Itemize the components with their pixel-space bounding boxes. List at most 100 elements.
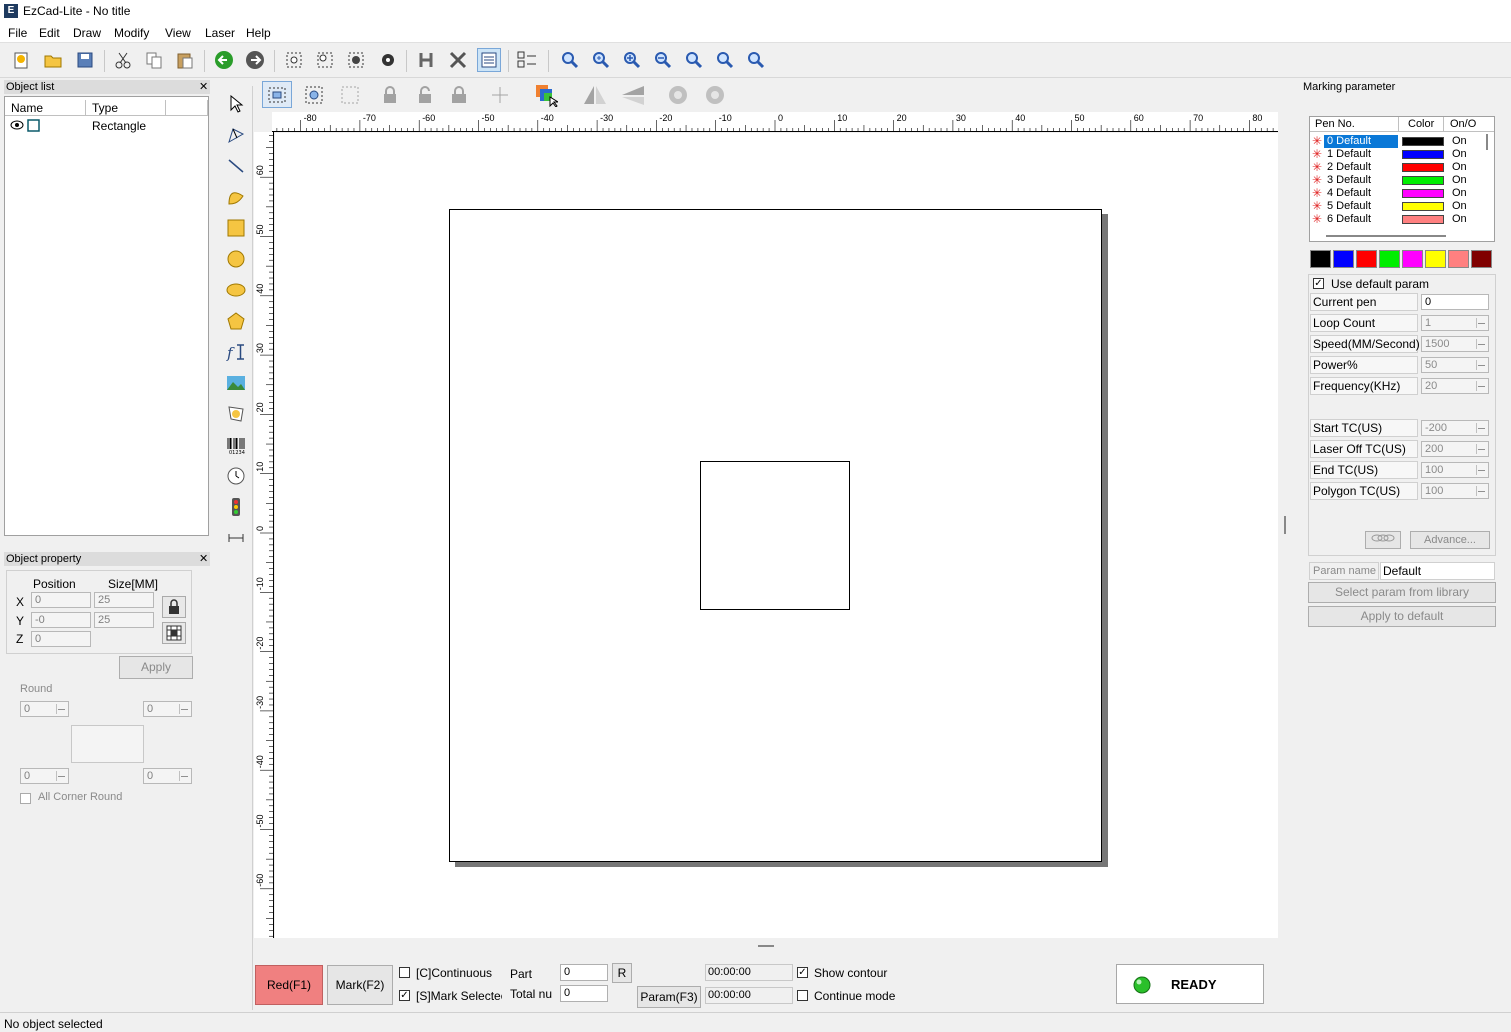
column-header-name[interactable]: Name <box>5 100 86 116</box>
pen-row[interactable]: ✳ 3 Default On <box>1310 174 1494 187</box>
zoom-selected-icon[interactable] <box>744 48 768 72</box>
palette-swatch[interactable] <box>1379 250 1400 268</box>
round-top-right-field[interactable]: 0 <box>143 701 192 717</box>
mark-button[interactable]: Mark(F2) <box>327 965 393 1005</box>
spin-control[interactable] <box>1476 318 1486 328</box>
continue-mode-checkbox[interactable] <box>797 990 808 1001</box>
show-contour-checkbox[interactable]: ✓ <box>797 967 808 978</box>
param-field[interactable]: 1 <box>1421 315 1489 331</box>
param-name-field[interactable]: Default <box>1380 562 1495 580</box>
open-folder-icon[interactable] <box>41 48 65 72</box>
zoom-in-icon[interactable] <box>620 48 644 72</box>
red-light-button[interactable]: Red(F1) <box>255 965 323 1005</box>
eye-icon[interactable] <box>10 119 24 134</box>
menu-modify[interactable]: Modify <box>114 26 149 40</box>
center-icon[interactable] <box>488 83 512 107</box>
save-icon[interactable] <box>73 48 97 72</box>
splitter-handle[interactable] <box>1284 516 1286 534</box>
param-field[interactable]: 50 <box>1421 357 1489 373</box>
rotate-ccw-icon[interactable] <box>663 83 693 107</box>
continuous-checkbox[interactable] <box>399 967 410 978</box>
zoom-all-icon[interactable] <box>682 48 706 72</box>
param-field[interactable]: 100 <box>1421 483 1489 499</box>
polygon-icon[interactable] <box>226 311 246 331</box>
list-item[interactable]: Rectangle <box>7 118 207 134</box>
y-size-field[interactable]: 25 <box>94 612 154 628</box>
x-position-field[interactable]: 0 <box>31 592 91 608</box>
barcode-icon[interactable]: 01234 <box>226 435 246 455</box>
layer-color-icon[interactable] <box>531 81 561 109</box>
menu-file[interactable]: File <box>8 26 27 40</box>
z-position-field[interactable]: 0 <box>31 631 91 647</box>
spin-control[interactable] <box>179 771 189 781</box>
param-field[interactable]: 100 <box>1421 462 1489 478</box>
menu-laser[interactable]: Laser <box>205 26 235 40</box>
pen-on-state[interactable]: On <box>1452 213 1467 226</box>
palette-swatch[interactable] <box>1333 250 1354 268</box>
tools-icon[interactable] <box>446 48 470 72</box>
param-button[interactable]: Param(F3) <box>637 986 701 1008</box>
zoom-window-icon[interactable] <box>589 48 613 72</box>
round-bottom-right-field[interactable]: 0 <box>143 768 192 784</box>
scrollbar-thumb[interactable] <box>1326 235 1446 237</box>
apply-to-default-button[interactable]: Apply to default <box>1308 606 1496 627</box>
io-signal-icon[interactable] <box>226 497 246 517</box>
parameter-icon[interactable] <box>477 48 501 72</box>
node-edit-icon[interactable] <box>344 48 368 72</box>
x-size-field[interactable]: 25 <box>94 592 154 608</box>
spin-control[interactable] <box>1476 423 1486 433</box>
total-count-field[interactable]: 0 <box>560 985 608 1002</box>
unlock-all-icon[interactable] <box>448 83 472 107</box>
back-arrow-icon[interactable] <box>212 48 236 72</box>
circle-icon[interactable] <box>226 249 246 269</box>
round-top-left-field[interactable]: 0 <box>20 701 69 717</box>
menu-edit[interactable]: Edit <box>39 26 60 40</box>
forward-arrow-icon[interactable] <box>243 48 267 72</box>
rotate-cw-icon[interactable] <box>700 83 730 107</box>
text-icon[interactable]: f <box>226 342 246 362</box>
ellipse-icon[interactable] <box>226 280 246 300</box>
palette-swatch[interactable] <box>1448 250 1469 268</box>
param-field[interactable]: -200 <box>1421 420 1489 436</box>
param-field[interactable]: 1500 <box>1421 336 1489 352</box>
spin-control[interactable] <box>179 704 189 714</box>
zoom-icon[interactable] <box>558 48 582 72</box>
part-count-field[interactable]: 0 <box>560 964 608 981</box>
color-header[interactable]: Color <box>1399 117 1444 132</box>
select-param-library-button[interactable]: Select param from library <box>1308 582 1496 603</box>
lock-icon[interactable] <box>378 83 402 107</box>
menu-help[interactable]: Help <box>246 26 271 40</box>
align-icon[interactable] <box>414 48 438 72</box>
pen-row[interactable]: ✳ 0 Default On <box>1310 135 1494 148</box>
pen-on-state[interactable]: On <box>1452 161 1467 174</box>
array-icon[interactable] <box>515 48 539 72</box>
drawing-canvas[interactable] <box>275 133 1278 938</box>
new-file-icon[interactable] <box>9 48 33 72</box>
chain-icon[interactable] <box>1365 531 1401 549</box>
anchor-grid-icon[interactable] <box>162 622 186 644</box>
mirror-horizontal-icon[interactable] <box>580 83 610 107</box>
pen-row[interactable]: ✳ 5 Default On <box>1310 200 1494 213</box>
marking-order-icon[interactable] <box>226 528 246 548</box>
param-field[interactable]: 20 <box>1421 378 1489 394</box>
cut-icon[interactable] <box>111 48 135 72</box>
curve-icon[interactable] <box>226 187 246 207</box>
group-select-icon[interactable] <box>282 48 306 72</box>
on-off-header[interactable]: On/O <box>1444 117 1494 132</box>
spin-control[interactable] <box>1476 444 1486 454</box>
lock-icon[interactable] <box>162 596 186 618</box>
copy-icon[interactable] <box>142 48 166 72</box>
reset-button[interactable]: R <box>612 963 632 983</box>
delay-timer-icon[interactable] <box>226 466 246 486</box>
select-inside-icon[interactable] <box>302 83 326 107</box>
advance-button[interactable]: Advance... <box>1410 531 1490 549</box>
bitmap-icon[interactable] <box>226 373 246 393</box>
spin-control[interactable] <box>56 771 66 781</box>
rectangle-icon[interactable] <box>226 218 246 238</box>
combine-icon[interactable] <box>376 48 400 72</box>
spin-control[interactable] <box>1476 465 1486 475</box>
invert-select-icon[interactable] <box>338 83 362 107</box>
pen-on-state[interactable]: On <box>1452 135 1467 148</box>
spin-control[interactable] <box>1476 360 1486 370</box>
column-header-type[interactable]: Type <box>86 100 166 116</box>
